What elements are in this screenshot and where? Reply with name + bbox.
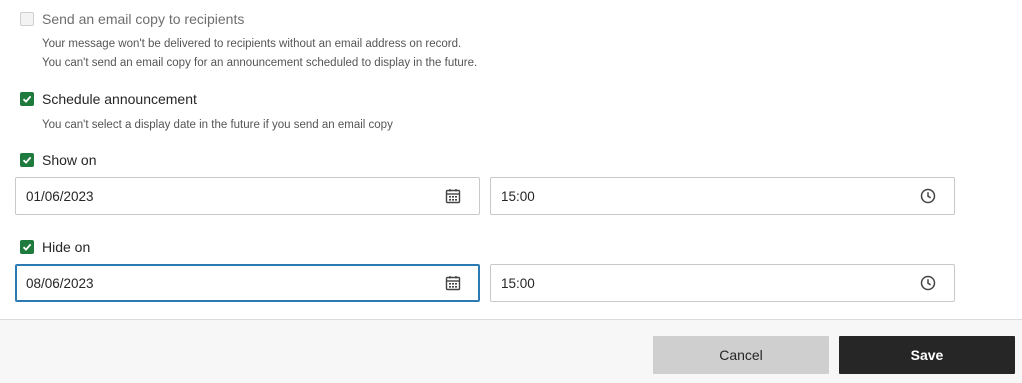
hide-on-label[interactable]: Hide on xyxy=(42,239,90,255)
schedule-label[interactable]: Schedule announcement xyxy=(42,91,197,107)
email-copy-checkbox xyxy=(20,12,34,26)
checkmark-icon xyxy=(22,156,32,164)
checkmark-icon xyxy=(22,243,32,251)
hide-on-date-input[interactable]: 08/06/2023 xyxy=(15,264,480,302)
show-on-time-value: 15:00 xyxy=(501,188,535,204)
show-on-time-input[interactable]: 15:00 xyxy=(490,177,955,215)
email-copy-option: Send an email copy to recipients xyxy=(20,11,244,27)
dialog-footer: Cancel Save xyxy=(0,319,1022,383)
email-copy-help-line-1: Your message won't be delivered to recip… xyxy=(42,38,462,50)
hide-on-date-value: 08/06/2023 xyxy=(26,275,94,291)
show-on-date-input[interactable]: 01/06/2023 xyxy=(15,177,480,215)
schedule-option[interactable]: Schedule announcement xyxy=(20,91,197,107)
show-on-checkbox[interactable] xyxy=(20,153,34,167)
hide-on-option[interactable]: Hide on xyxy=(20,239,90,255)
show-on-option[interactable]: Show on xyxy=(20,152,96,168)
schedule-help: You can't select a display date in the f… xyxy=(42,119,393,131)
cancel-button[interactable]: Cancel xyxy=(653,336,829,374)
show-on-label[interactable]: Show on xyxy=(42,152,96,168)
hide-on-time-input[interactable]: 15:00 xyxy=(490,264,955,302)
calendar-icon[interactable] xyxy=(445,275,461,291)
checkmark-icon xyxy=(22,95,32,103)
email-copy-label: Send an email copy to recipients xyxy=(42,11,245,27)
clock-icon[interactable] xyxy=(920,275,936,291)
clock-icon[interactable] xyxy=(920,188,936,204)
calendar-icon[interactable] xyxy=(445,188,461,204)
hide-on-checkbox[interactable] xyxy=(20,240,34,254)
hide-on-time-value: 15:00 xyxy=(501,275,535,291)
email-copy-help: Your message won't be delivered to recip… xyxy=(42,35,477,73)
email-copy-help-line-2: You can't send an email copy for an anno… xyxy=(42,57,478,69)
save-button[interactable]: Save xyxy=(839,336,1015,374)
schedule-checkbox[interactable] xyxy=(20,92,34,106)
show-on-date-value: 01/06/2023 xyxy=(26,188,94,204)
